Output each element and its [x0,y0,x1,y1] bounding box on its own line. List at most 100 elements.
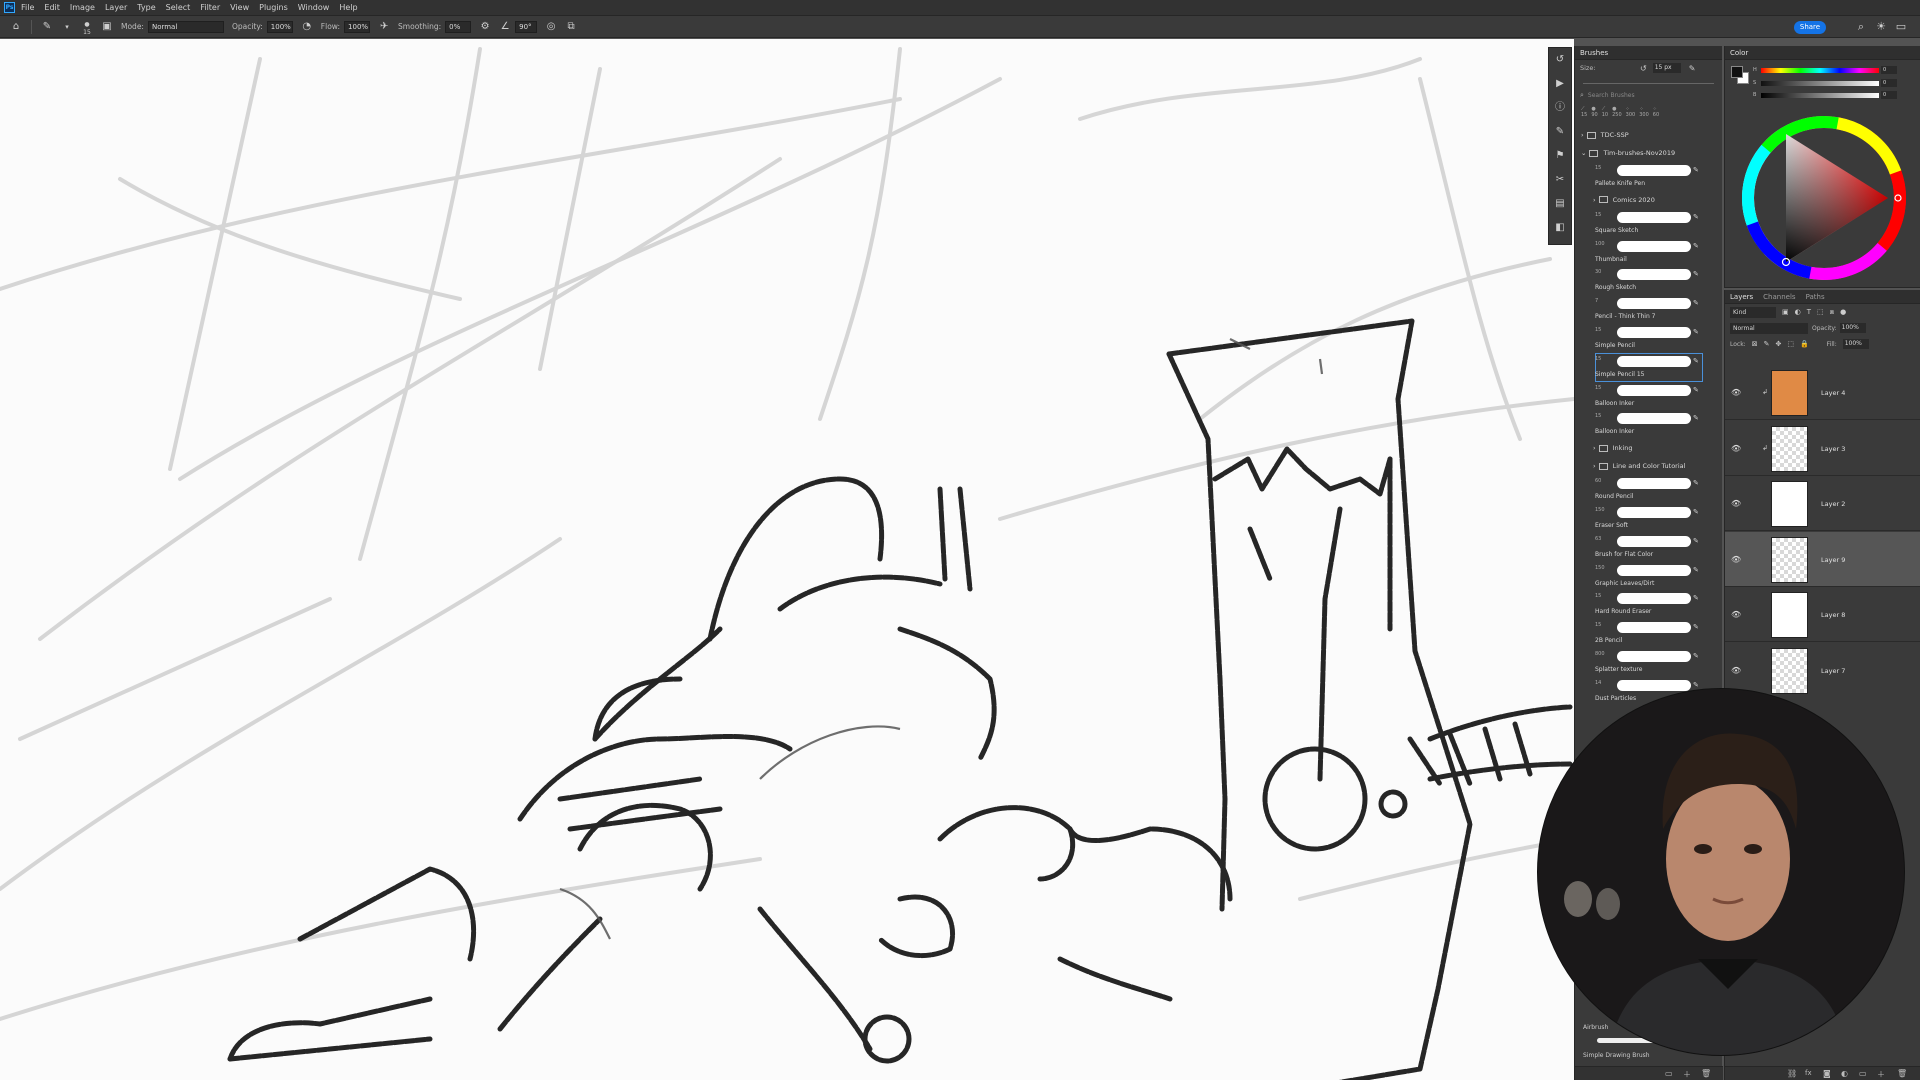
mode-select[interactable]: Normal [147,20,224,33]
brush-preset[interactable]: 100 ✎ Thumbnail [1595,238,1703,267]
brush-preset[interactable]: 30 ✎ Rough Sketch [1595,266,1703,295]
eye-icon[interactable]: 👁 [1731,444,1741,453]
brush-group-tim-brushes[interactable]: ⌄ Tim-brushes-Nov2019 [1575,144,1722,162]
adjustment-layer-icon[interactable]: ◐ [1841,1069,1848,1078]
lock-all-icon[interactable]: 🔒 [1800,340,1809,348]
adjustments-icon[interactable]: ◧ [1549,216,1571,240]
eye-icon[interactable]: 👁 [1731,555,1741,564]
menu-view[interactable]: View [230,3,249,12]
smart-object-filter-icon[interactable]: ⧈ [1830,308,1834,317]
brush-preset[interactable]: 15 ✎ 2B Pencil [1595,619,1703,648]
pressure-size-icon[interactable]: ◎ [545,21,557,33]
layer-row[interactable]: 👁 Layer 2 [1725,476,1920,532]
recent-brush[interactable]: ● 250 [1612,106,1622,126]
smoothing-field[interactable]: 0% [445,20,472,33]
search-icon[interactable]: ⌕ [1854,20,1868,34]
eye-icon[interactable]: 👁 [1731,666,1741,675]
adjustment-filter-icon[interactable]: ◐ [1795,308,1801,316]
brush-preset[interactable]: 15 ✎ Simple Pencil [1595,324,1703,353]
play-icon[interactable]: ▶ [1549,72,1571,96]
menu-help[interactable]: Help [339,3,357,12]
workspace-icon[interactable]: ▭ [1894,20,1908,34]
brush-group[interactable]: › Comics 2020 [1575,191,1722,209]
menu-type[interactable]: Type [137,3,155,12]
layer-row[interactable]: 👁 Layer 8 [1725,587,1920,643]
brush-settings-toggle-icon[interactable]: ▣ [101,21,113,33]
brush-preset[interactable]: 150 ✎ Eraser Soft [1595,504,1703,533]
recent-brush[interactable]: ⁘ 60 [1653,106,1659,126]
properties-icon[interactable]: ▤ [1549,192,1571,216]
eye-icon[interactable]: 👁 [1731,499,1741,508]
lock-pixels-icon[interactable]: ✎ [1764,340,1770,348]
flow-field[interactable]: 100% [344,20,371,33]
size-field[interactable]: 15 px [1652,63,1681,73]
airbrush-icon[interactable]: ✈ [378,21,390,33]
type-filter-icon[interactable]: T [1807,308,1811,316]
brush-preset[interactable]: 15 ✎ Square Sketch [1595,209,1703,238]
hue-value[interactable]: 0 [1881,66,1897,74]
tab-brushes[interactable]: Brushes [1580,49,1608,57]
foreground-color-swatch[interactable] [1731,66,1743,78]
recent-brush[interactable]: ⁘ 300 [1626,106,1636,126]
new-layer-icon[interactable]: ＋ [1877,1069,1885,1080]
layer-row[interactable]: 👁 ↲ Layer 3 [1725,421,1920,476]
brush-search-input[interactable]: Search Brushes [1588,92,1635,99]
new-brush-icon[interactable]: ＋ [1683,1069,1691,1080]
filter-toggle-icon[interactable]: ● [1840,308,1846,316]
saturation-value[interactable]: 0 [1881,79,1897,87]
pressure-opacity-icon[interactable]: ◔ [301,21,313,33]
recent-brush[interactable]: ● 90 [1591,106,1597,126]
layer-opacity-field[interactable]: 100% [1839,323,1866,333]
brightness-value[interactable]: 0 [1881,91,1897,99]
eye-icon[interactable]: 👁 [1731,610,1741,619]
tab-layers[interactable]: Layers [1730,293,1753,301]
brush-group-tdc-ssp[interactable]: › TDC-SSP [1575,126,1722,144]
brush-preset[interactable]: 15 ✎ Balloon Inker [1595,410,1703,439]
lock-transparent-icon[interactable]: ⊠ [1752,340,1758,348]
layer-name[interactable]: Layer 7 [1821,667,1845,675]
brush-name[interactable]: Simple Drawing Brush [1583,1052,1650,1059]
clone-source-icon[interactable]: ⚑ [1549,144,1571,168]
gear-icon[interactable]: ⚙ [479,21,491,33]
blend-mode-select[interactable]: Normal [1730,322,1808,334]
link-layers-icon[interactable]: ⛓ [1787,1069,1797,1078]
brush-tool-icon[interactable]: ✎ [41,21,53,33]
brush-preset-picker[interactable]: ● 15 [81,21,93,36]
brush-preset[interactable]: 150 ✎ Graphic Leaves/Dirt [1595,562,1703,591]
layer-style-icon[interactable]: fx [1805,1069,1812,1077]
tab-color[interactable]: Color [1730,49,1748,57]
lock-position-icon[interactable]: ✥ [1775,340,1781,348]
eye-icon[interactable]: 👁 [1731,388,1741,397]
layer-row[interactable]: 👁 Layer 9 [1725,531,1920,587]
filter-kind-select[interactable]: Kind [1730,306,1776,318]
brush-preset[interactable]: 63 ✎ Brush for Flat Color [1595,533,1703,562]
layer-name[interactable]: Layer 3 [1821,445,1845,453]
brush-group[interactable]: › Line and Color Tutorial [1575,457,1722,475]
info-icon[interactable]: ⓘ [1549,96,1571,120]
history-icon[interactable]: ↺ [1549,48,1571,72]
saturation-slider[interactable] [1761,81,1879,86]
menu-filter[interactable]: Filter [200,3,220,12]
brush-preset[interactable]: 15 ✎ Pallete Knife Pen [1595,162,1703,191]
tool-presets-icon[interactable]: ✂ [1549,168,1571,192]
document-canvas[interactable] [0,39,1574,1080]
layer-row[interactable]: 👁 ↲ Layer 4 [1725,365,1920,420]
home-icon[interactable]: ⌂ [10,21,22,33]
fill-field[interactable]: 100% [1842,339,1869,349]
recent-brush[interactable]: ⁘ 300 [1639,106,1649,126]
layer-name[interactable]: Layer 8 [1821,611,1845,619]
chevron-down-icon[interactable]: ▾ [61,21,73,33]
image-filter-icon[interactable]: ▣ [1782,308,1789,316]
brush-preset[interactable]: 15 ✎ Simple Pencil 15 [1595,352,1703,382]
tab-paths[interactable]: Paths [1806,293,1825,301]
brush-preset[interactable]: 60 ✎ Round Pencil [1595,475,1703,504]
menu-layer[interactable]: Layer [105,3,127,12]
brush-preset[interactable]: 15 ✎ Hard Round Eraser [1595,590,1703,619]
angle-field[interactable]: 90° [515,20,538,33]
layer-name[interactable]: Layer 4 [1821,389,1845,397]
discover-icon[interactable]: ☀ [1874,20,1888,34]
brush-preset[interactable]: 800 ✎ Splatter texture [1595,648,1703,677]
brush-settings-icon[interactable]: ✎ [1549,120,1571,144]
share-button[interactable]: Share [1794,21,1826,34]
menu-window[interactable]: Window [298,3,330,12]
